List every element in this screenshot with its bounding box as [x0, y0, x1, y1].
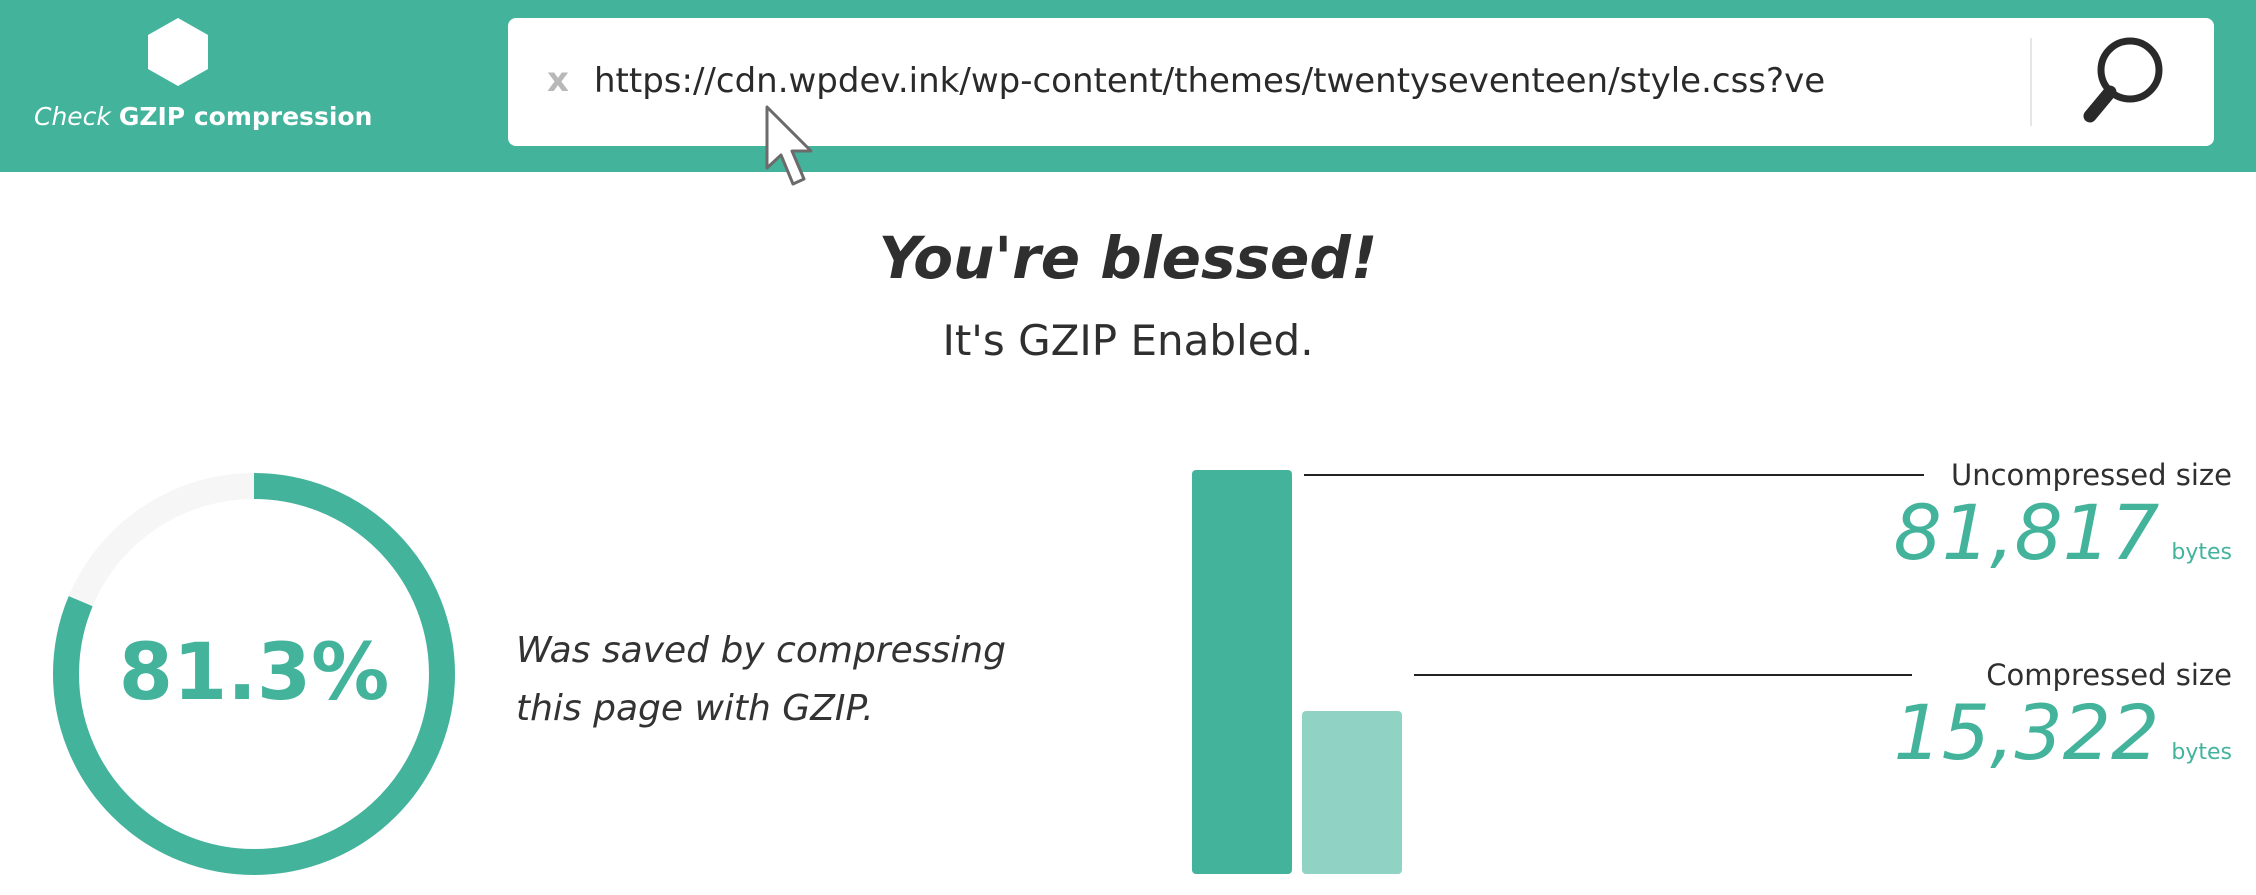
logo-text-title: GZIP compression: [118, 102, 373, 131]
magnifier-icon: [2083, 37, 2163, 123]
url-input[interactable]: [594, 48, 1930, 114]
logo-text-check: Check: [34, 102, 111, 131]
savings-percent: 81.3%: [118, 628, 390, 718]
hexagon-icon: [148, 18, 208, 86]
search-divider: [2030, 38, 2032, 126]
header-bar: Check GZIP compression x: [0, 0, 2256, 172]
uncompressed-size-number: 81,817: [1893, 488, 2160, 577]
result-subtitle: It's GZIP Enabled.: [942, 316, 1314, 365]
site-logo[interactable]: Check GZIP compression: [30, 16, 372, 146]
uncompressed-size-unit: bytes: [2171, 540, 2232, 565]
savings-description: Was saved by compressing this page with …: [516, 630, 1006, 729]
compressed-leader-line: [1414, 674, 1912, 676]
uncompressed-size-label: Uncompressed size: [1951, 458, 2232, 492]
compressed-size-unit: bytes: [2171, 740, 2232, 765]
size-bars: [1190, 470, 1410, 874]
compressed-size-value: 15,322 bytes: [1893, 688, 2232, 777]
compressed-size-number: 15,322: [1893, 688, 2160, 777]
uncompressed-size-value: 81,817 bytes: [1893, 488, 2232, 577]
uncompressed-leader-line: [1304, 474, 1924, 476]
compressed-size-label: Compressed size: [1986, 658, 2232, 692]
search-box: x: [508, 18, 2214, 146]
result-title: You're blessed!: [878, 224, 1378, 292]
logo-text: Check GZIP compression: [34, 102, 372, 131]
compressed-bar: [1302, 711, 1402, 874]
uncompressed-bar: [1192, 470, 1292, 874]
clear-url-button[interactable]: x: [542, 58, 574, 102]
search-button[interactable]: [2058, 32, 2178, 132]
